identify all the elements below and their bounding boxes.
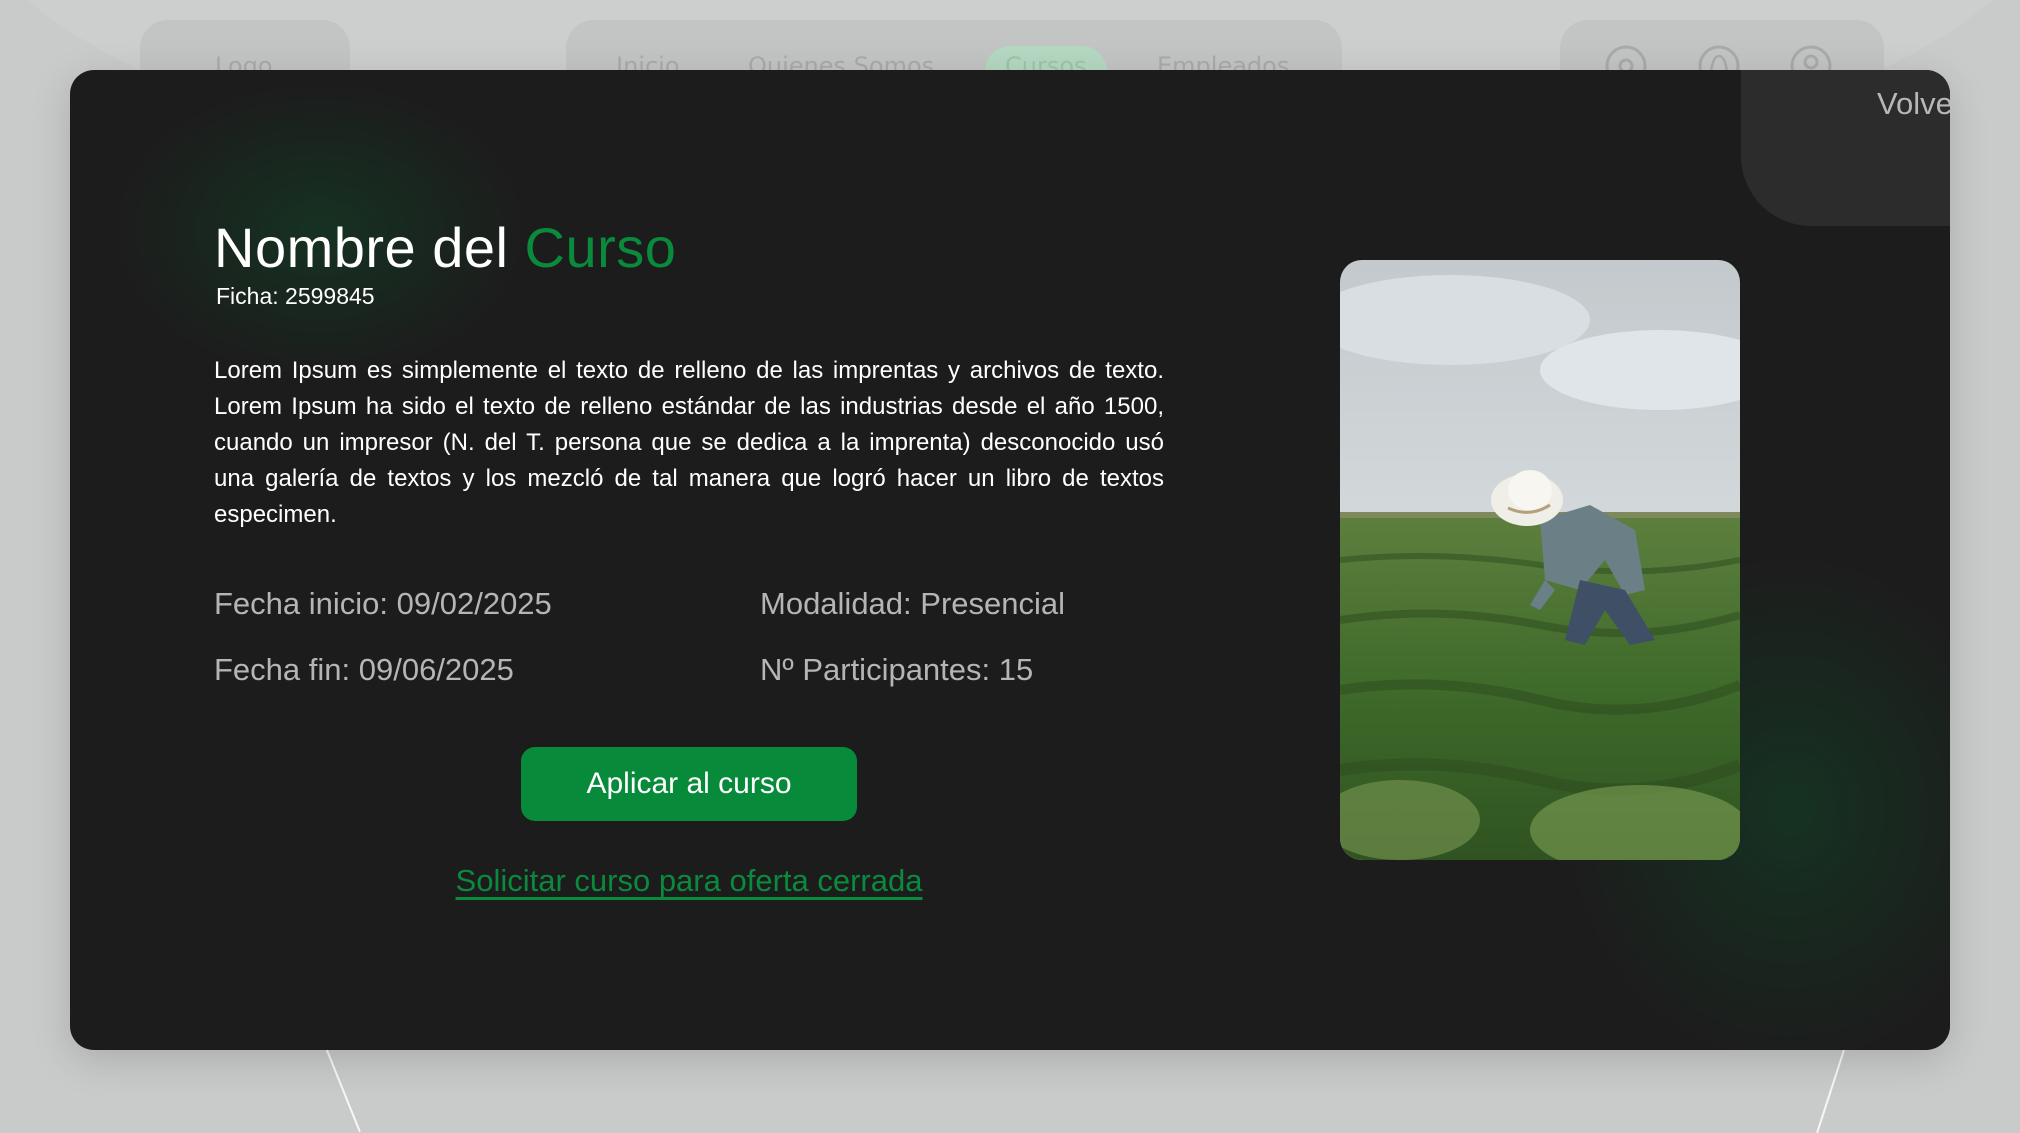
back-button[interactable]: Volver [1741, 70, 1950, 226]
course-end-date: Fecha fin: 09/06/2025 [214, 652, 514, 687]
course-ficha: Ficha: 2599845 [216, 283, 375, 309]
apply-course-button[interactable]: Aplicar al curso [521, 747, 857, 821]
background-decor-line-right [1816, 1046, 1846, 1133]
course-description: Lorem Ipsum es simplemente el texto de r… [214, 357, 1164, 528]
request-closed-offer-link[interactable]: Solicitar curso para oferta cerrada [430, 863, 948, 899]
course-title-accent: Curso [524, 216, 677, 279]
course-modality: Modalidad: Presencial [760, 586, 1066, 621]
course-participants: Nº Participantes: 15 [760, 652, 1034, 687]
background-decor-line-left [325, 1047, 361, 1133]
back-button-label: Volver [1877, 86, 1950, 121]
farmer-in-field-photo [1340, 260, 1740, 860]
course-image [1340, 260, 1740, 860]
course-title: Nombre del Curso [214, 215, 676, 280]
course-title-main: Nombre del [214, 216, 525, 279]
course-detail-modal: Volver Nombre del Curso Ficha: 2599845 L… [70, 70, 1950, 1050]
course-start-date: Fecha inicio: 09/02/2025 [214, 586, 552, 621]
